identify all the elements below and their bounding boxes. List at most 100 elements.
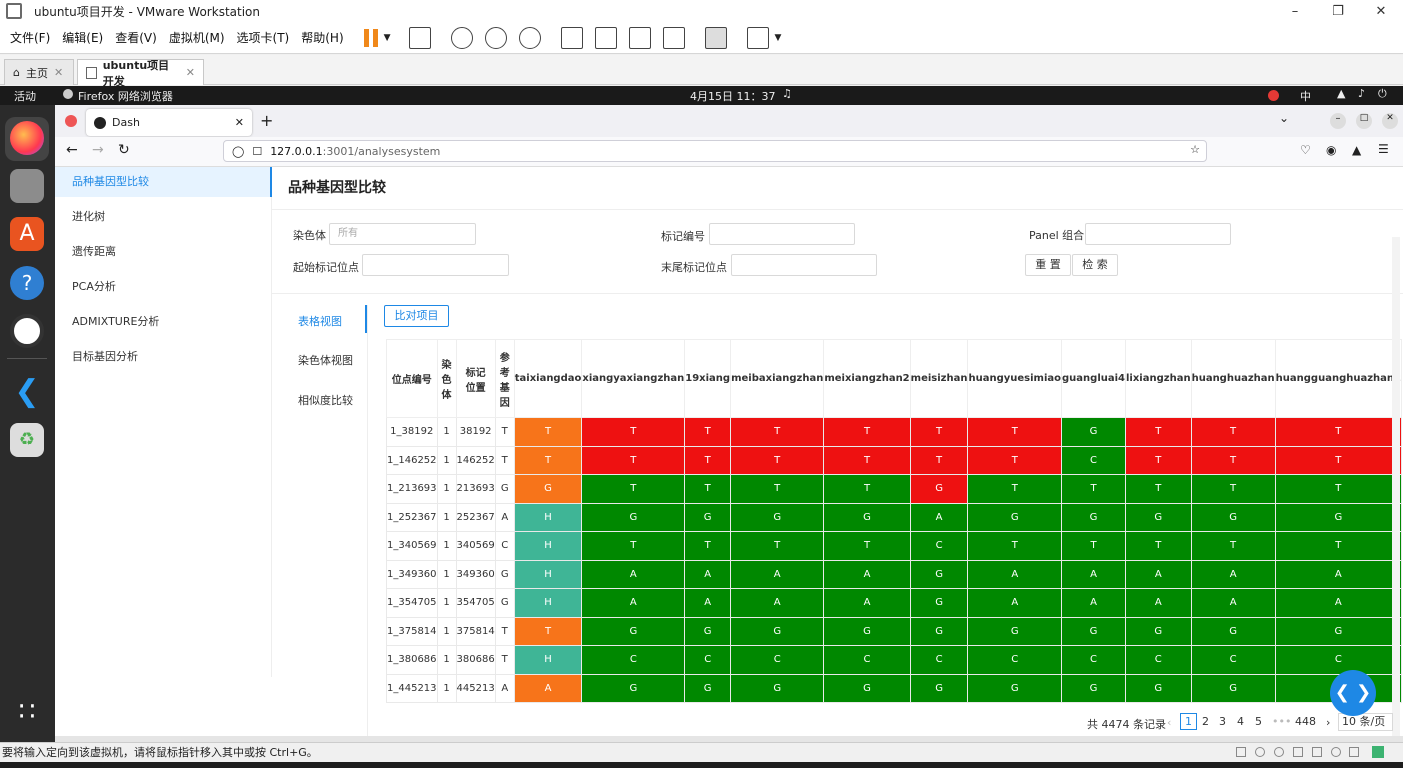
message-icon[interactable] bbox=[1372, 746, 1384, 758]
console-view-icon[interactable] bbox=[704, 26, 727, 49]
code-toggle-button[interactable]: ❮ ❯ bbox=[1330, 670, 1376, 716]
shield-icon[interactable]: ◯ bbox=[232, 145, 244, 158]
tab-home[interactable]: ⌂ 主页 ✕ bbox=[4, 59, 74, 85]
unity-icon[interactable] bbox=[662, 26, 685, 49]
menu-help[interactable]: 帮助(H) bbox=[295, 29, 349, 46]
send-keys-icon[interactable] bbox=[408, 26, 431, 49]
printer-icon[interactable] bbox=[1293, 747, 1303, 757]
clock[interactable]: 4月15日 11：37 bbox=[690, 88, 776, 104]
minimize-button[interactable]: – bbox=[1273, 0, 1317, 22]
prev-page-icon[interactable]: ‹ bbox=[1167, 716, 1171, 729]
extensions-icon[interactable]: ▲ bbox=[1352, 143, 1361, 157]
page-2[interactable]: 2 bbox=[1202, 715, 1209, 728]
menu-hamburger-icon[interactable]: ☰ bbox=[1378, 142, 1389, 156]
reset-button[interactable]: 重 置 bbox=[1025, 254, 1071, 276]
account-icon[interactable]: ◉ bbox=[1326, 143, 1336, 157]
files-icon[interactable] bbox=[10, 169, 44, 203]
software-icon[interactable]: A bbox=[10, 217, 44, 251]
maximize-button[interactable]: ❐ bbox=[1316, 0, 1360, 22]
next-page-icon[interactable]: › bbox=[1326, 716, 1330, 729]
sidebar-item-genotype-compare[interactable]: 品种基因型比较 bbox=[55, 167, 272, 197]
firefox-view-icon[interactable] bbox=[65, 115, 77, 127]
page-size-select[interactable]: 10 条/页 bbox=[1338, 713, 1393, 731]
back-icon[interactable]: ← bbox=[66, 142, 78, 158]
sound-icon[interactable] bbox=[1331, 747, 1341, 757]
trash-icon[interactable]: ♻ bbox=[10, 423, 44, 457]
pause-icon[interactable] bbox=[363, 28, 378, 47]
new-tab-icon[interactable]: + bbox=[260, 111, 273, 130]
chevron-down-icon[interactable]: ▼ bbox=[775, 33, 782, 43]
ff-restore-button[interactable]: □ bbox=[1356, 113, 1372, 129]
revert-snapshot-icon[interactable] bbox=[484, 26, 507, 49]
chevron-down-icon[interactable]: ▼ bbox=[384, 33, 391, 43]
volume-icon[interactable]: ♪ bbox=[1358, 87, 1365, 100]
close-window-button[interactable]: ✕ bbox=[1359, 0, 1403, 22]
url-bar[interactable]: ◯ ☐ 127.0.0.1:3001/analysesystem ☆ bbox=[223, 140, 1207, 162]
fullscreen-icon[interactable] bbox=[628, 26, 651, 49]
start-marker-input[interactable] bbox=[362, 254, 509, 276]
vscode-icon[interactable]: ❮ bbox=[10, 375, 44, 409]
page-5[interactable]: 5 bbox=[1255, 715, 1262, 728]
sidebar-item-pca[interactable]: PCA分析 bbox=[55, 272, 272, 302]
sidebar-item-admixture[interactable]: ADMIXTURE分析 bbox=[55, 307, 272, 337]
tab-similarity[interactable]: 相似度比较 bbox=[298, 392, 353, 408]
marker-id-input[interactable] bbox=[709, 223, 855, 245]
search-button[interactable]: 检 索 bbox=[1072, 254, 1118, 276]
snapshot-manager-icon[interactable] bbox=[518, 26, 541, 49]
cd-icon[interactable] bbox=[1255, 747, 1265, 757]
sidebar-toggle-icon[interactable] bbox=[560, 26, 583, 49]
page-3[interactable]: 3 bbox=[1219, 715, 1226, 728]
usb-icon[interactable] bbox=[1312, 747, 1322, 757]
app-grid-icon[interactable]: ∷ bbox=[10, 695, 44, 729]
close-icon[interactable]: ✕ bbox=[54, 66, 63, 79]
sidebar-item-target-gene[interactable]: 目标基因分析 bbox=[55, 342, 272, 372]
compare-items-button[interactable]: 比对项目 bbox=[384, 305, 449, 327]
lock-icon[interactable]: ☐ bbox=[252, 145, 262, 158]
genotype-cell: A bbox=[1274, 559, 1403, 589]
forward-icon[interactable]: → bbox=[92, 142, 104, 158]
menu-edit[interactable]: 编辑(E) bbox=[56, 29, 109, 46]
stretch-icon[interactable] bbox=[746, 26, 769, 49]
ff-minimize-button[interactable]: – bbox=[1330, 113, 1346, 129]
scrollbar-track[interactable] bbox=[1392, 237, 1400, 737]
sidebar-item-phylo-tree[interactable]: 进化树 bbox=[55, 202, 272, 232]
close-icon[interactable]: ✕ bbox=[186, 66, 195, 79]
list-tabs-icon[interactable]: ⌄ bbox=[1279, 111, 1289, 125]
page-last[interactable]: 448 bbox=[1295, 715, 1316, 728]
sidebar-item-genetic-distance[interactable]: 遗传距离 bbox=[55, 237, 272, 267]
display-icon[interactable] bbox=[1349, 747, 1359, 757]
activities-button[interactable]: 活动 bbox=[14, 88, 36, 104]
chromosome-select[interactable]: 所有 bbox=[329, 223, 476, 245]
menu-view[interactable]: 查看(V) bbox=[109, 29, 163, 46]
end-marker-input[interactable] bbox=[731, 254, 877, 276]
ff-close-button[interactable]: ✕ bbox=[1382, 113, 1398, 129]
hdd-icon[interactable] bbox=[1236, 747, 1246, 757]
pocket-icon[interactable]: ♡ bbox=[1300, 143, 1311, 157]
bookmark-star-icon[interactable]: ☆ bbox=[1190, 143, 1200, 156]
close-icon[interactable]: ✕ bbox=[235, 116, 244, 129]
network-status-icon[interactable] bbox=[1274, 747, 1284, 757]
panel-select[interactable] bbox=[1085, 223, 1231, 245]
thumbnail-bar-icon[interactable] bbox=[594, 26, 617, 49]
input-method[interactable]: 中 bbox=[1300, 88, 1311, 104]
menu-tabs[interactable]: 选项卡(T) bbox=[231, 29, 296, 46]
tab-vm[interactable]: ubuntu项目开发 ✕ bbox=[77, 59, 204, 88]
menu-file[interactable]: 文件(F) bbox=[4, 29, 56, 46]
power-icon[interactable]: ⏻ bbox=[1378, 87, 1387, 101]
firefox-icon[interactable] bbox=[10, 121, 44, 155]
app-menu[interactable]: Firefox 网络浏览器 bbox=[78, 88, 173, 104]
record-icon[interactable] bbox=[1268, 90, 1279, 101]
network-icon[interactable]: ▲ bbox=[1337, 87, 1345, 100]
page-1[interactable]: 1 bbox=[1180, 713, 1197, 730]
page-ellipsis[interactable]: ••• bbox=[1272, 715, 1291, 728]
tab-table-view[interactable]: 表格视图 bbox=[298, 313, 342, 329]
settings-icon[interactable] bbox=[10, 314, 44, 348]
genotype-cell: T bbox=[730, 417, 825, 447]
tab-dash[interactable]: Dash ✕ bbox=[86, 109, 252, 136]
menu-vm[interactable]: 虚拟机(M) bbox=[163, 29, 231, 46]
page-4[interactable]: 4 bbox=[1237, 715, 1244, 728]
reload-icon[interactable]: ↻ bbox=[118, 142, 130, 158]
tab-chromosome-view[interactable]: 染色体视图 bbox=[298, 352, 353, 368]
snapshot-icon[interactable] bbox=[450, 26, 473, 49]
help-icon[interactable]: ? bbox=[10, 266, 44, 300]
